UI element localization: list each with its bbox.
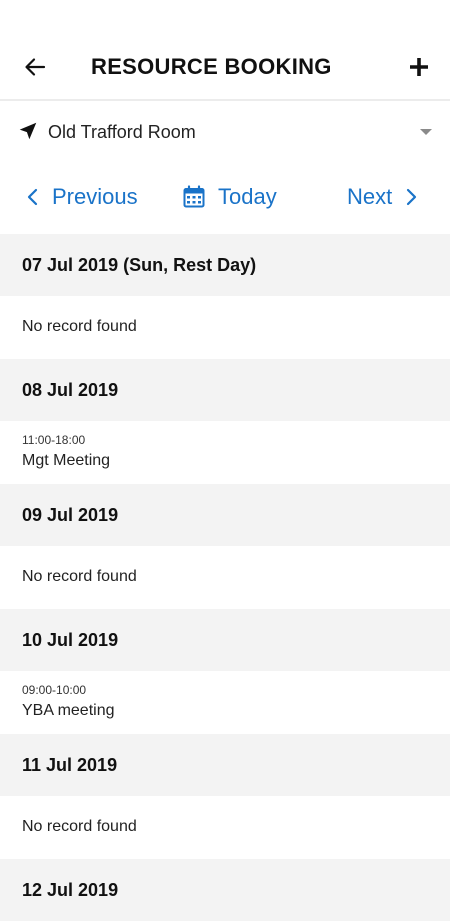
day-date: 09 Jul 2019 <box>22 504 119 525</box>
booking-item[interactable]: 11:00-18:00 Mgt Meeting <box>0 421 450 484</box>
day-header: 12 Jul 2019 <box>0 859 450 921</box>
booking-title: YBA meeting <box>22 702 115 719</box>
plus-icon <box>410 58 428 76</box>
arrow-left-icon <box>25 58 46 76</box>
day-date: 10 Jul 2019 <box>22 629 119 650</box>
day-date: 11 Jul 2019 <box>22 754 118 775</box>
previous-label: Previous <box>52 184 138 209</box>
next-label: Next <box>347 184 393 209</box>
day-header: 09 Jul 2019 <box>0 484 450 546</box>
day-header: 08 Jul 2019 <box>0 359 450 421</box>
day-header: 07 Jul 2019 (Sun, Rest Day) <box>0 234 450 296</box>
day-list: 07 Jul 2019 (Sun, Rest Day) No record fo… <box>0 234 450 921</box>
day-empty-row: No record found <box>0 296 450 359</box>
day-date: 08 Jul 2019 <box>22 379 119 400</box>
chevron-left-icon <box>27 188 38 206</box>
day-header: 11 Jul 2019 <box>0 734 450 796</box>
page-title: RESOURCE BOOKING <box>91 54 332 79</box>
booking-time: 11:00-18:00 <box>22 433 86 447</box>
next-button[interactable]: Next <box>347 182 418 212</box>
no-record-text: No record found <box>22 818 137 835</box>
date-navigation: Previous Today Next <box>0 166 450 226</box>
add-booking-button[interactable] <box>402 50 436 84</box>
day-empty-row: No record found <box>0 546 450 609</box>
navigation-arrow-icon <box>19 122 37 140</box>
back-button[interactable] <box>18 50 52 84</box>
day-date: 12 Jul 2019 <box>22 879 119 900</box>
calendar-icon <box>183 185 205 208</box>
chevron-right-icon <box>407 188 417 206</box>
today-button[interactable]: Today <box>182 182 277 212</box>
booking-time: 09:00-10:00 <box>22 683 87 697</box>
app-header: RESOURCE BOOKING <box>0 0 450 101</box>
day-empty-row: No record found <box>0 796 450 859</box>
today-label: Today <box>218 184 277 209</box>
location-selector[interactable]: Old Trafford Room <box>0 104 450 160</box>
day-header: 10 Jul 2019 <box>0 609 450 671</box>
no-record-text: No record found <box>22 568 137 585</box>
day-date: 07 Jul 2019 (Sun, Rest Day) <box>22 254 257 275</box>
booking-title: Mgt Meeting <box>22 452 111 469</box>
no-record-text: No record found <box>22 318 137 335</box>
chevron-down-icon <box>420 129 432 135</box>
location-label: Old Trafford Room <box>48 122 196 142</box>
previous-button[interactable]: Previous <box>26 182 138 212</box>
booking-item[interactable]: 09:00-10:00 YBA meeting <box>0 671 450 734</box>
